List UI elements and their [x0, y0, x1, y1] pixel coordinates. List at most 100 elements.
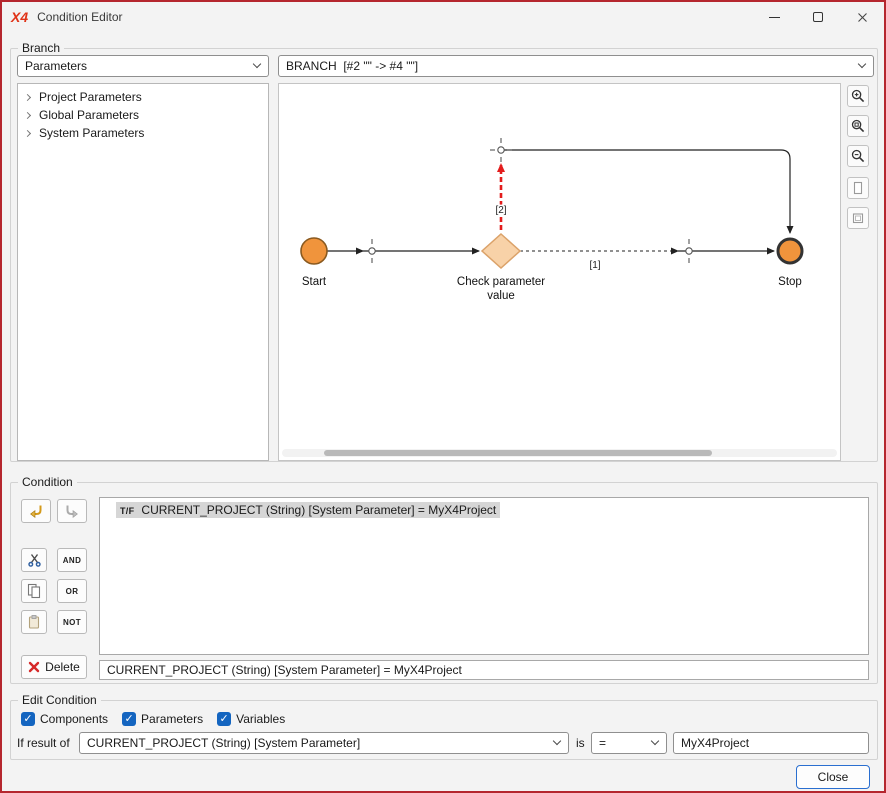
- tree-item-system-parameters[interactable]: System Parameters: [18, 124, 268, 142]
- checkbox-components[interactable]: ✓ Components: [21, 712, 108, 726]
- window-title: Condition Editor: [37, 10, 122, 24]
- not-label: NOT: [63, 618, 81, 627]
- page-icon: [851, 181, 865, 195]
- edge2-label: [2]: [495, 205, 506, 216]
- clipboard-icon: [26, 614, 42, 630]
- canvas-horizontal-scrollbar[interactable]: [282, 449, 837, 457]
- branch-combo-value: BRANCH [#2 "" -> #4 ""]: [286, 59, 418, 73]
- result-of-value: CURRENT_PROJECT (String) [System Paramet…: [87, 736, 360, 750]
- condition-row-selected[interactable]: T/FCURRENT_PROJECT (String) [System Para…: [116, 502, 500, 518]
- branch-group-label: Branch: [18, 41, 64, 55]
- condition-group: Condition AND: [10, 482, 878, 684]
- forward-arrow-icon: [64, 503, 80, 519]
- workflow-diagram: Start Check parameter value Stop [1] [2]: [279, 84, 840, 444]
- stop-node-label: Stop: [778, 276, 802, 288]
- result-of-combobox[interactable]: CURRENT_PROJECT (String) [System Paramet…: [79, 732, 569, 754]
- workflow-canvas[interactable]: Start Check parameter value Stop [1] [2]: [278, 83, 841, 461]
- return-arrow-icon: [28, 503, 44, 519]
- page-fit-icon: [851, 211, 865, 225]
- edge-top-to-stop[interactable]: [501, 150, 790, 233]
- apply-condition-button[interactable]: [21, 499, 51, 523]
- copy-icon: [26, 583, 42, 599]
- and-button[interactable]: AND: [57, 548, 87, 572]
- chevron-right-icon: [24, 129, 31, 136]
- condition-group-label: Condition: [18, 475, 77, 489]
- start-node[interactable]: [301, 238, 327, 264]
- start-node-label: Start: [302, 276, 327, 288]
- delete-label: Delete: [45, 660, 80, 674]
- tree-item-global-parameters[interactable]: Global Parameters: [18, 106, 268, 124]
- close-button-label: Close: [818, 770, 849, 784]
- minimize-icon: [769, 17, 780, 18]
- minimize-button[interactable]: [752, 2, 796, 32]
- condition-expression-text: CURRENT_PROJECT (String) [System Paramet…: [107, 663, 462, 677]
- filter-checkboxes: ✓ Components ✓ Parameters ✓ Variables: [21, 711, 285, 727]
- junction-node-top[interactable]: [490, 138, 512, 162]
- decision-node[interactable]: [482, 234, 520, 268]
- is-label: is: [576, 732, 585, 754]
- tree-item-project-parameters[interactable]: Project Parameters: [18, 88, 268, 106]
- tree-item-label: Global Parameters: [39, 108, 139, 122]
- operator-combobox[interactable]: =: [591, 732, 667, 754]
- checkbox-variables[interactable]: ✓ Variables: [217, 712, 285, 726]
- cut-button[interactable]: [21, 548, 47, 572]
- x4-logo-icon: X4: [11, 9, 28, 25]
- delete-condition-button[interactable]: Delete: [21, 655, 87, 679]
- checkbox-label: Variables: [236, 712, 285, 726]
- condition-expression-bar[interactable]: CURRENT_PROJECT (String) [System Paramet…: [99, 660, 869, 680]
- close-window-button[interactable]: [840, 2, 884, 32]
- tree-item-label: Project Parameters: [39, 90, 142, 104]
- condition-list[interactable]: T/FCURRENT_PROJECT (String) [System Para…: [99, 497, 869, 655]
- checkmark-icon: ✓: [122, 712, 136, 726]
- zoom-fit-button[interactable]: [847, 115, 869, 137]
- condition-row-text: CURRENT_PROJECT (String) [System Paramet…: [141, 503, 496, 517]
- parameter-category-value: Parameters: [25, 59, 87, 73]
- branch-combobox[interactable]: BRANCH [#2 "" -> #4 ""]: [278, 55, 874, 77]
- stop-node[interactable]: [778, 239, 802, 263]
- junction-node[interactable]: [369, 239, 375, 263]
- page-fit-button[interactable]: [847, 207, 869, 229]
- zoom-in-button[interactable]: [847, 85, 869, 107]
- page-view-button[interactable]: [847, 177, 869, 199]
- or-label: OR: [66, 587, 79, 596]
- checkmark-icon: ✓: [21, 712, 35, 726]
- branch-group: Branch Parameters BRANCH [#2 "" -> #4 ""…: [10, 48, 878, 462]
- checkbox-label: Parameters: [141, 712, 203, 726]
- edit-condition-group-label: Edit Condition: [18, 693, 101, 707]
- decision-node-label-line1: Check parameter: [457, 276, 545, 288]
- zoom-out-button[interactable]: [847, 145, 869, 167]
- chevron-down-icon: [859, 63, 865, 67]
- zoom-fit-icon: [851, 119, 865, 133]
- scissors-icon: [27, 552, 42, 568]
- checkbox-parameters[interactable]: ✓ Parameters: [122, 712, 203, 726]
- tree-item-label: System Parameters: [39, 126, 144, 140]
- and-label: AND: [63, 556, 82, 565]
- scrollbar-thumb[interactable]: [324, 450, 712, 456]
- chevron-right-icon: [24, 93, 31, 100]
- condition-editor-window: X4 Condition Editor Branch Parameters BR…: [0, 0, 886, 793]
- chevron-down-icon: [554, 740, 560, 744]
- window-controls: [752, 2, 884, 32]
- operator-value: =: [599, 736, 606, 750]
- parameter-tree: Project Parameters Global Parameters Sys…: [17, 83, 269, 461]
- comparison-value-input[interactable]: [673, 732, 869, 754]
- redo-condition-button[interactable]: [57, 499, 87, 523]
- close-icon: [857, 12, 868, 23]
- maximize-button[interactable]: [796, 2, 840, 32]
- checkbox-label: Components: [40, 712, 108, 726]
- maximize-icon: [813, 12, 823, 22]
- edit-condition-group: Edit Condition ✓ Components ✓ Parameters…: [10, 700, 878, 760]
- junction-node[interactable]: [686, 239, 692, 263]
- or-button[interactable]: OR: [57, 579, 87, 603]
- close-button[interactable]: Close: [796, 765, 870, 789]
- parameter-category-combobox[interactable]: Parameters: [17, 55, 269, 77]
- titlebar: X4 Condition Editor: [2, 2, 884, 32]
- checkmark-icon: ✓: [217, 712, 231, 726]
- copy-button[interactable]: [21, 579, 47, 603]
- decision-node-label-line2: value: [487, 290, 515, 302]
- not-button[interactable]: NOT: [57, 610, 87, 634]
- chevron-down-icon: [652, 740, 658, 744]
- edge1-label: [1]: [589, 260, 600, 271]
- if-result-of-label: If result of: [17, 732, 70, 754]
- paste-button[interactable]: [21, 610, 47, 634]
